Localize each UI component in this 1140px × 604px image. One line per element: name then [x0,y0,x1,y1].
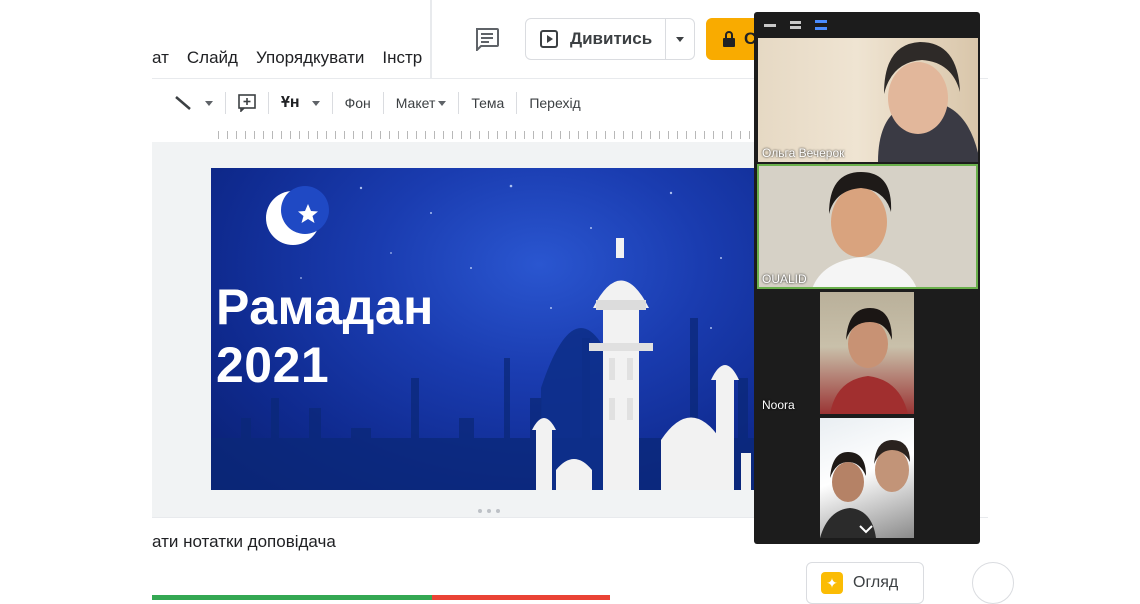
add-comment-icon [238,94,256,112]
chevron-down-icon [676,36,685,42]
text-style-label: Ұн [281,94,300,111]
toolbar-separator [268,92,269,114]
present-button-group: Дивитись [525,18,695,60]
slide-title-line-1: Рамадан [216,279,434,335]
menu-item-format[interactable]: ат [152,48,169,74]
participant-video [830,308,908,414]
participant-video [878,42,978,162]
chevron-down-icon [311,100,320,106]
comment-history-button[interactable] [470,22,504,56]
participant-video [820,440,910,538]
chevron-down-icon [438,100,447,106]
progress-bar-red [432,595,610,600]
crescent-moon-icon [266,186,329,245]
chevron-down-icon [859,525,873,534]
slide-title-line-2: 2021 [216,337,330,393]
text-style-button[interactable]: Ұн [273,88,328,118]
header-divider [430,0,432,78]
present-label: Дивитись [570,29,653,48]
participant-tile-active[interactable]: OUALID [757,164,978,289]
participant-name: OUALID [762,272,807,286]
sidebar-view-icon[interactable] [790,21,801,29]
minimize-icon[interactable] [764,23,776,27]
menu-bar: ат Слайд Упорядкувати Інстр [152,48,422,74]
lock-icon [723,31,735,47]
line-icon [175,96,191,110]
present-dropdown-button[interactable] [665,19,694,59]
participant-tile[interactable]: Ольга Вечерок [758,38,978,162]
participant-tile[interactable] [820,292,914,414]
resize-handle[interactable] [478,509,508,515]
background-button[interactable]: Фон [337,88,379,118]
side-panel-toggle[interactable] [972,562,1014,604]
explore-label: Огляд [853,574,899,591]
theme-button[interactable]: Тема [463,88,512,118]
progress-bar-green [152,595,432,600]
menu-item-slide[interactable]: Слайд [187,48,238,74]
comment-icon [476,28,499,51]
chevron-down-icon [205,100,213,106]
horizontal-ruler [218,128,758,143]
layout-button[interactable]: Макет [388,88,455,118]
toolbar-separator [382,92,384,114]
toolbar-separator [331,92,333,114]
menu-item-tools[interactable]: Інстр [382,48,422,74]
toolbar-separator [516,92,518,114]
expand-participants-button[interactable] [858,521,874,539]
line-tool-button[interactable] [165,88,221,118]
toolbar-separator [458,92,460,114]
layout-label: Макет [395,95,436,111]
present-button[interactable]: Дивитись [526,19,665,59]
transition-button[interactable]: Перехід [521,88,588,118]
participant-video [812,172,917,289]
tiled-view-icon[interactable] [815,20,827,30]
participant-name: Noora [762,398,795,412]
participant-tile[interactable] [820,418,914,538]
toolbar-separator [225,92,226,114]
video-panel-header [754,12,980,38]
sparkle-icon: ✦ [821,572,843,594]
insert-comment-button[interactable] [230,88,264,118]
play-icon [540,30,558,48]
speaker-notes-placeholder[interactable]: ати нотатки доповідача [152,532,336,552]
toolbar: Ұн Фон Макет Тема Перехід [165,88,589,118]
menu-item-arrange[interactable]: Упорядкувати [256,48,364,74]
explore-button[interactable]: ✦ Огляд [806,562,924,604]
participant-name: Ольга Вечерок [762,146,845,160]
slide-title: Рамадан 2021 [216,278,434,394]
